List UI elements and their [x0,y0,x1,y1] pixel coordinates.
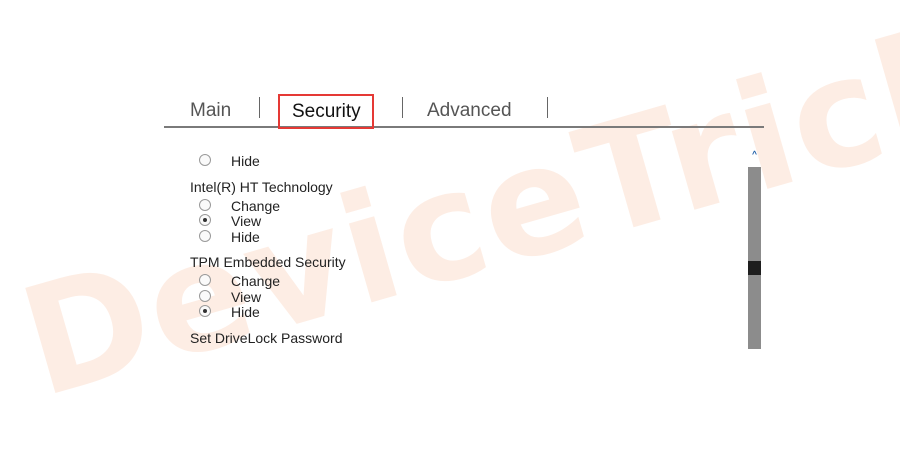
radio-option-change[interactable]: Change [190,197,730,215]
radio-option-hide[interactable]: Hide [190,228,730,246]
radio-label: Change [231,197,281,214]
tab-bar: Main Security Advanced [164,90,764,129]
radio-button[interactable] [199,305,211,317]
setting-title-tpm: TPM Embedded Security [190,254,346,270]
radio-label: Hide [231,304,260,320]
radio-label: Change [231,273,281,289]
radio-button[interactable] [199,274,211,286]
security-settings-list: Hide Intel(R) HT Technology Change View … [190,148,730,348]
radio-label: Hide [231,228,260,245]
setting-title-intel-ht: Intel(R) HT Technology [190,178,333,195]
tab-separator [547,97,548,118]
radio-button[interactable] [199,214,211,226]
tab-advanced[interactable]: Advanced [427,100,512,122]
radio-button[interactable] [199,198,211,211]
radio-button[interactable] [199,154,211,166]
tab-security[interactable]: Security [278,94,374,129]
vertical-scrollbar[interactable]: ˄ [747,148,762,349]
radio-label: View [231,288,262,305]
scrollbar-thumb[interactable] [748,261,761,275]
chevron-up-icon[interactable]: ˄ [747,148,762,167]
bios-security-panel: Main Security Advanced Hide Intel(R) HT … [0,0,900,450]
radio-option-hide[interactable]: Hide [190,154,730,170]
radio-label: View [231,213,262,229]
radio-label: Hide [231,153,260,169]
tab-separator [402,97,403,118]
setting-title-drivelock[interactable]: Set DriveLock Password [190,329,730,347]
radio-option-change[interactable]: Change [190,274,730,290]
radio-option-view[interactable]: View [190,288,730,306]
radio-option-view[interactable]: View [190,214,730,230]
radio-option-hide[interactable]: Hide [190,305,730,321]
tab-separator [259,97,260,118]
radio-button[interactable] [199,289,211,302]
tab-main[interactable]: Main [190,100,231,122]
scrollbar-track[interactable] [748,167,761,349]
radio-button[interactable] [199,229,211,242]
